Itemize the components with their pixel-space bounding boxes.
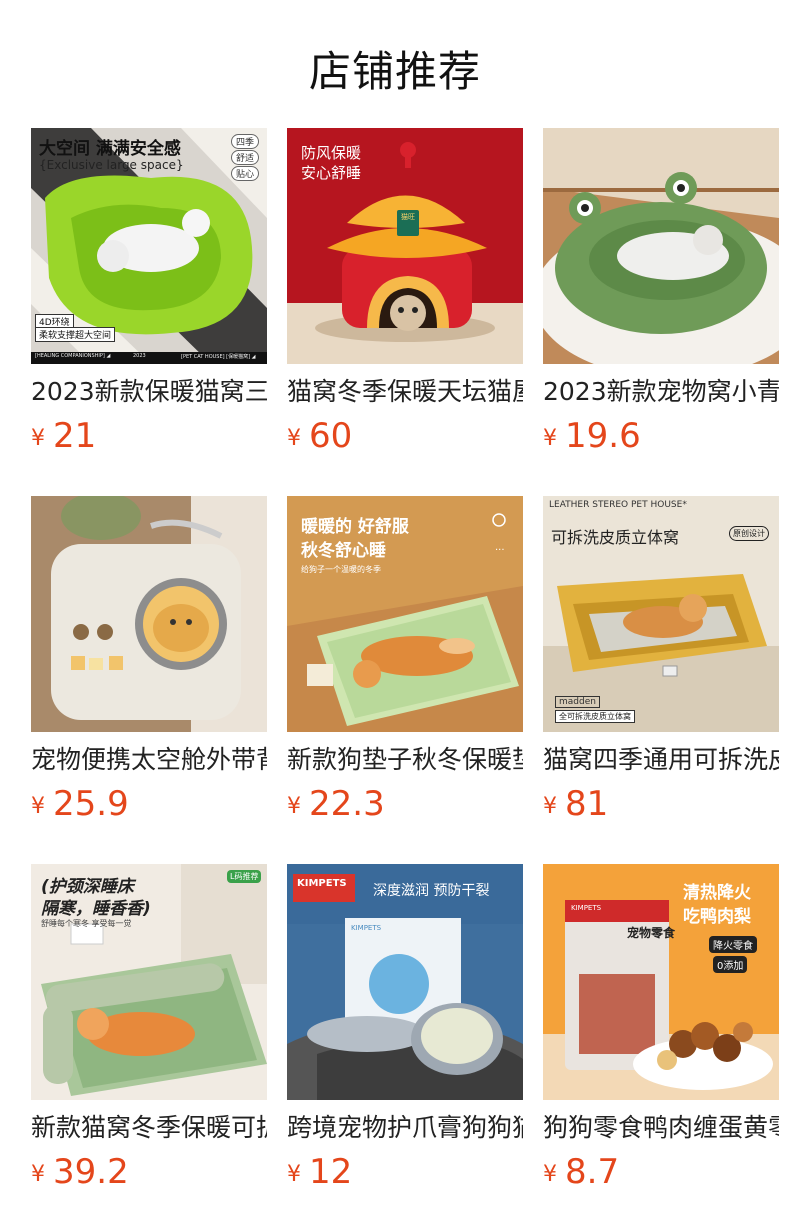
product-name[interactable]: 宠物便携太空舱外带背包 — [31, 744, 267, 776]
product-name[interactable]: 跨境宠物护爪膏狗狗猫咪 — [287, 1112, 523, 1144]
image-line3: 舒睡每个寒冬 享受每一觉 — [41, 919, 132, 928]
image-line1: 防风保暖 — [301, 144, 362, 162]
product-card[interactable]: KIMPETS 深度滋润 预防干裂 KIMPETS 跨境宠物护爪膏狗狗猫咪 ¥1… — [287, 864, 523, 1232]
product-price: ¥12 — [287, 1152, 352, 1192]
image-tag: 降火零食 — [709, 936, 757, 953]
currency-symbol: ¥ — [31, 1162, 45, 1187]
currency-symbol: ¥ — [287, 426, 301, 451]
price-value: 8.7 — [565, 1152, 620, 1192]
image-line2: 隔寒，睡香香) — [41, 899, 151, 919]
product-card[interactable]: 宠物便携太空舱外带背包 ¥25.9 — [31, 496, 267, 864]
product-name[interactable]: 新款狗垫子秋冬保暖垫 — [287, 744, 523, 776]
product-name[interactable]: 猫窝冬季保暖天坛猫屋 — [287, 376, 523, 408]
image-subtitle: {Exclusive large space} — [39, 158, 184, 172]
house-sign: 猫旺 — [401, 213, 415, 221]
image-badge: 柔软支撑超大空间 — [35, 327, 116, 342]
product-grid: 大空间 满满安全感 {Exclusive large space} 四季 舒适 … — [31, 128, 779, 1232]
product-price: ¥25.9 — [31, 784, 129, 824]
image-tag: 原创设计 — [729, 526, 769, 541]
price-value: 60 — [309, 416, 353, 456]
currency-symbol: ¥ — [543, 794, 557, 819]
price-value: 19.6 — [565, 416, 641, 456]
image-bottom-text: 全可拆洗皮质立体窝 — [555, 710, 635, 723]
image-headline: 可拆洗皮质立体窝 — [551, 528, 680, 547]
product-card[interactable]: 清热降火 吃鸭肉梨 降火零食 0添加 宠物零食 KIMPETS 狗狗零食鸭肉缠蛋… — [543, 864, 779, 1232]
product-price: ¥8.7 — [543, 1152, 619, 1192]
product-card[interactable]: 2023新款宠物窝小青蛙 ¥19.6 — [543, 128, 779, 496]
image-line2: 吃鸭肉梨 — [683, 907, 751, 927]
image-brand: madden — [555, 696, 600, 708]
pack-brand: KIMPETS — [571, 904, 602, 912]
image-top-text: LEATHER STEREO PET HOUSE* — [549, 500, 687, 510]
product-name[interactable]: 2023新款保暖猫窝三角形 — [31, 376, 267, 408]
currency-symbol: ¥ — [543, 426, 557, 451]
box-brand: KIMPETS — [351, 924, 382, 932]
price-value: 22.3 — [309, 784, 385, 824]
image-line1: 清热降火 — [683, 883, 751, 903]
product-card[interactable]: 防风保暖 安心舒睡 猫旺 猫窝冬季保暖天坛猫屋 ¥60 — [287, 128, 523, 496]
product-image[interactable]: 防风保暖 安心舒睡 猫旺 — [287, 128, 523, 364]
brand-logo: KIMPETS — [297, 878, 347, 889]
image-line2: 安心舒睡 — [301, 164, 362, 182]
image-footer-right: [PET CAT HOUSE] [保暖猫窝] ◢ — [181, 354, 256, 360]
product-image[interactable]: 暖暖的 好舒服 秋冬舒心睡 给狗子一个温暖的冬季 ... — [287, 496, 523, 732]
product-price: ¥19.6 — [543, 416, 641, 456]
currency-symbol: ¥ — [287, 794, 301, 819]
price-value: 25.9 — [53, 784, 129, 824]
product-price: ¥21 — [31, 416, 96, 456]
product-name[interactable]: 2023新款宠物窝小青蛙 — [543, 376, 779, 408]
product-name[interactable]: 新款猫窝冬季保暖可拆洗 — [31, 1112, 267, 1144]
product-image[interactable]: (护颈深睡床 隔寒，睡香香) 舒睡每个寒冬 享受每一觉 L码推荐 — [31, 864, 267, 1100]
product-image[interactable]: KIMPETS 深度滋润 预防干裂 KIMPETS — [287, 864, 523, 1100]
image-headline: 深度滋润 预防干裂 — [373, 883, 490, 899]
product-price: ¥39.2 — [31, 1152, 129, 1192]
product-image[interactable] — [31, 496, 267, 732]
space-capsule-backpack-illustration — [31, 496, 267, 732]
price-value: 39.2 — [53, 1152, 129, 1192]
currency-symbol: ¥ — [287, 1162, 301, 1187]
pack-title: 宠物零食 — [627, 926, 676, 940]
product-card[interactable]: 大空间 满满安全感 {Exclusive large space} 四季 舒适 … — [31, 128, 267, 496]
currency-symbol: ¥ — [31, 794, 45, 819]
image-footer-mid: 2023 — [133, 353, 146, 359]
image-line2: 秋冬舒心睡 — [301, 541, 386, 561]
recommend-page: 店铺推荐 大空间 满满安全感 {Exclusive large space} 四… — [0, 0, 790, 1232]
product-price: ¥60 — [287, 416, 352, 456]
price-value: 12 — [309, 1152, 353, 1192]
image-footer-left: [HEALING COMPANIONSHIP] ◢ — [35, 353, 111, 359]
image-line1: 暖暖的 好舒服 — [301, 517, 409, 537]
product-name[interactable]: 猫窝四季通用可拆洗皮质 — [543, 744, 779, 776]
product-price: ¥81 — [543, 784, 608, 824]
product-image[interactable] — [543, 128, 779, 364]
image-headline: 大空间 满满安全感 — [39, 139, 181, 159]
price-value: 21 — [53, 416, 97, 456]
image-line3: 给狗子一个温暖的冬季 — [301, 565, 381, 574]
product-card[interactable]: 暖暖的 好舒服 秋冬舒心睡 给狗子一个温暖的冬季 ... 新款狗垫子秋冬保暖垫 … — [287, 496, 523, 864]
price-value: 81 — [565, 784, 609, 824]
currency-symbol: ¥ — [543, 1162, 557, 1187]
product-card[interactable]: (护颈深睡床 隔寒，睡香香) 舒睡每个寒冬 享受每一觉 L码推荐 新款猫窝冬季保… — [31, 864, 267, 1232]
product-price: ¥22.3 — [287, 784, 385, 824]
image-tag: 舒适 — [231, 150, 260, 165]
more-icon: ... — [495, 542, 505, 553]
product-image[interactable]: LEATHER STEREO PET HOUSE* 可拆洗皮质立体窝 原创设计 … — [543, 496, 779, 732]
product-card[interactable]: LEATHER STEREO PET HOUSE* 可拆洗皮质立体窝 原创设计 … — [543, 496, 779, 864]
frog-bed-illustration — [543, 128, 779, 364]
image-badge: L码推荐 — [227, 870, 262, 883]
currency-symbol: ¥ — [31, 426, 45, 451]
page-title: 店铺推荐 — [308, 47, 481, 96]
image-tag: 贴心 — [231, 166, 260, 181]
product-image[interactable]: 大空间 满满安全感 {Exclusive large space} 四季 舒适 … — [31, 128, 267, 364]
product-name[interactable]: 狗狗零食鸭肉缠蛋黄零食 — [543, 1112, 779, 1144]
image-tag: 四季 — [231, 134, 260, 149]
image-tag: 0添加 — [713, 956, 748, 973]
product-image[interactable]: 清热降火 吃鸭肉梨 降火零食 0添加 宠物零食 KIMPETS — [543, 864, 779, 1100]
